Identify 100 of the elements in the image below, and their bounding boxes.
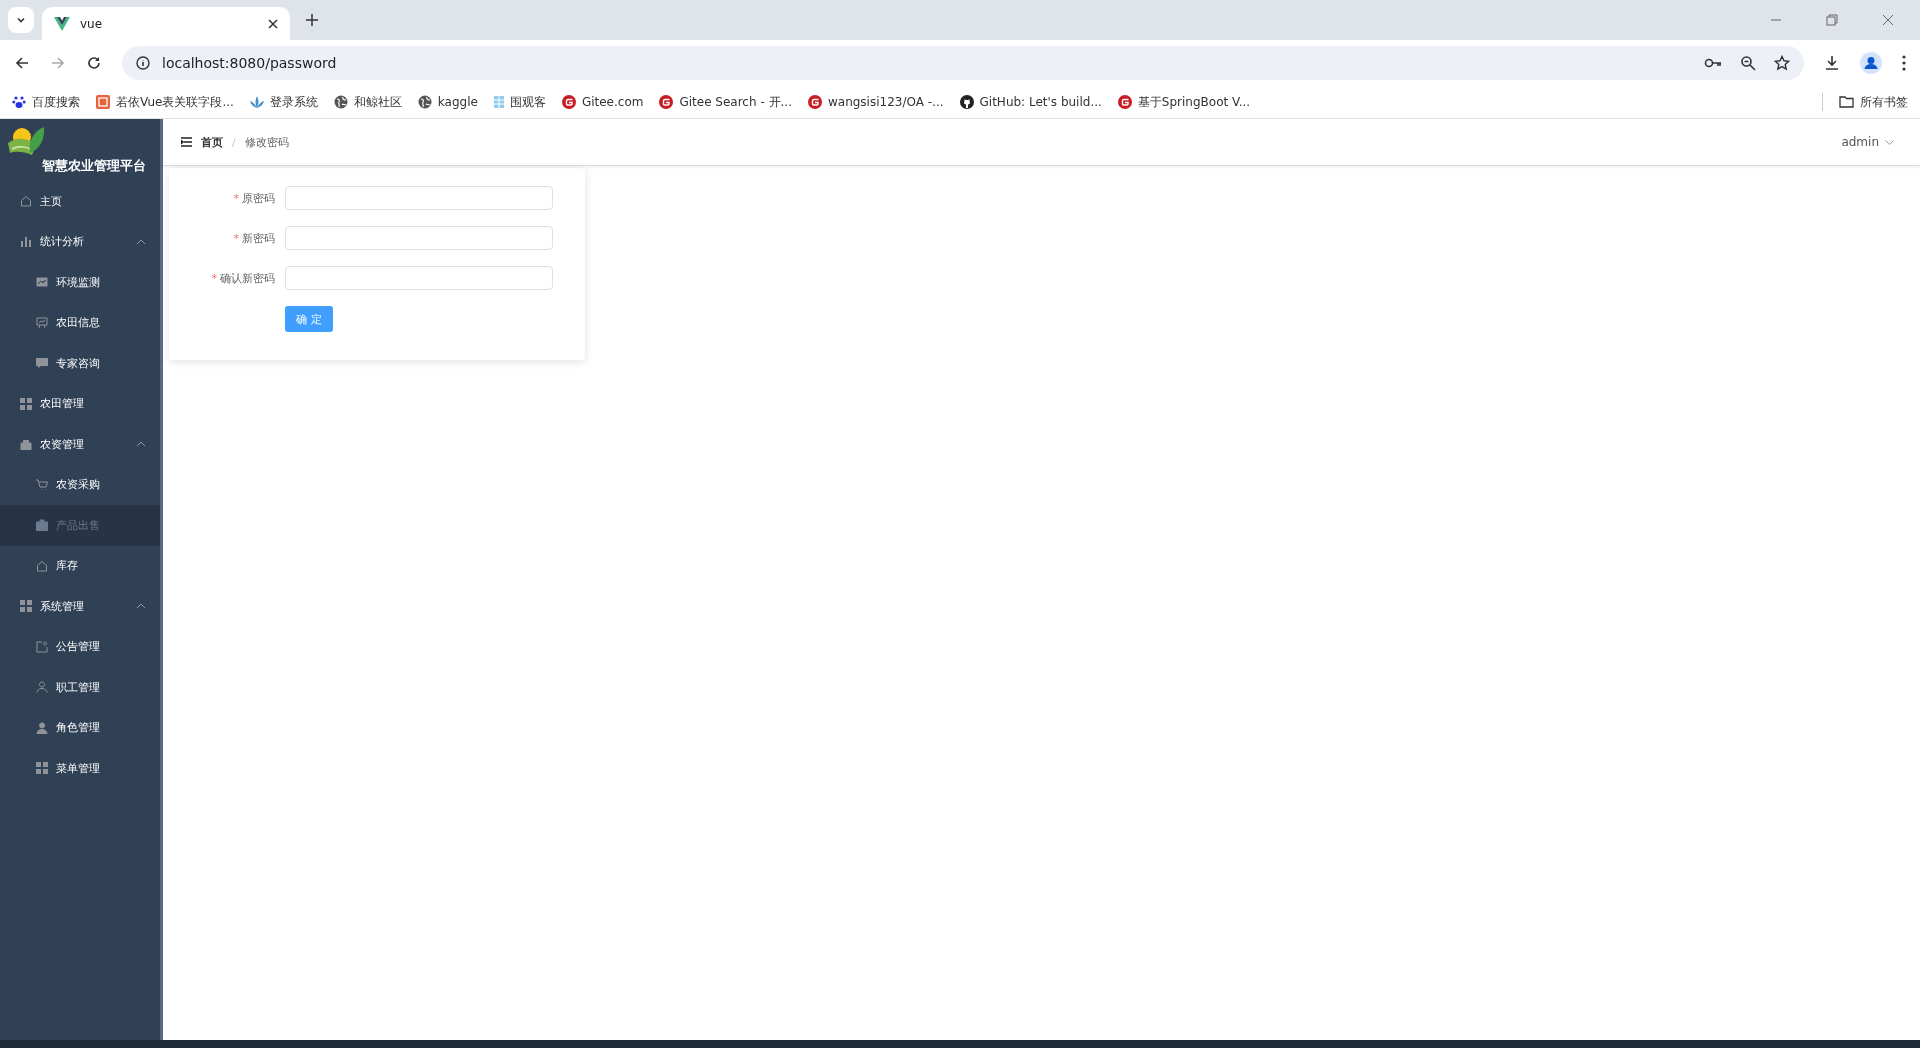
v-logo-icon: [54, 16, 70, 31]
required-mark: *: [211, 271, 217, 285]
chevron-icon: [136, 603, 146, 610]
leaf-icon: [249, 96, 264, 108]
badge-icon: [96, 95, 110, 109]
grid-icon: [36, 762, 48, 775]
bookmark[interactable]: 和鲸社区: [333, 93, 402, 111]
user-menu[interactable]: admin: [1841, 135, 1894, 149]
reload-icon[interactable]: [86, 55, 102, 71]
line-chart-icon: [36, 276, 48, 289]
bookmark[interactable]: Gitee Search - 开...: [659, 93, 792, 111]
menu-icon[interactable]: [181, 137, 192, 147]
menu-icon[interactable]: [1902, 55, 1906, 71]
grid-icon: [20, 600, 32, 613]
chevron-icon: [1885, 139, 1894, 145]
star-icon[interactable]: [1774, 55, 1790, 71]
gitee-logo-icon: [561, 95, 576, 109]
restore-icon[interactable]: [1826, 14, 1838, 26]
breadcrumb-separator: /: [232, 135, 236, 149]
cart-icon: [36, 478, 48, 491]
briefcase-icon: [36, 519, 48, 532]
home-icon: [20, 195, 32, 208]
menu-label: 农资管理: [40, 436, 85, 452]
person-outline-icon: [36, 681, 48, 694]
paw-icon: [12, 95, 26, 109]
key-icon[interactable]: [1704, 57, 1722, 69]
bookmark-label: 百度搜索: [32, 93, 80, 111]
chevron-icon: [136, 238, 146, 245]
field-label: 原密码: [242, 191, 275, 205]
url-text: localhost:8080/password: [162, 55, 337, 71]
menu-item[interactable]: 农田管理: [0, 383, 160, 424]
menu-label: 主页: [40, 193, 63, 209]
grid-icon: [20, 397, 32, 410]
app-title: 智慧农业管理平台: [42, 158, 146, 175]
bookmark[interactable]: Gitee.com: [561, 95, 644, 109]
user-name: admin: [1841, 135, 1879, 149]
menu-label: 职工管理: [56, 679, 101, 695]
chevron-icon: [136, 441, 146, 448]
home-icon: [36, 559, 48, 572]
all-bookmarks-label: 所有书签: [1860, 93, 1908, 111]
menu-label: 系统管理: [40, 598, 85, 614]
bookmark[interactable]: 登录系统: [249, 93, 318, 111]
menu-label: 统计分析: [40, 234, 85, 250]
globe-icon: [333, 95, 348, 109]
bookmark[interactable]: 围观客: [493, 93, 546, 111]
globe-icon: [417, 95, 432, 109]
address-bar[interactable]: localhost:8080/password: [122, 46, 1804, 80]
menu-label: 产品出售: [56, 517, 101, 533]
menu-item[interactable]: 系统管理: [0, 586, 160, 627]
menu-label: 农田管理: [40, 396, 85, 412]
bookmark-label: Gitee.com: [581, 95, 644, 109]
menu-item[interactable]: 农资管理: [0, 424, 160, 465]
zoom-icon[interactable]: [1740, 55, 1756, 71]
password-field[interactable]: [285, 186, 553, 210]
bookmark-label: 和鲸社区: [353, 93, 402, 111]
easel-icon: [36, 316, 48, 329]
bookmark-label: 登录系统: [269, 93, 318, 111]
breadcrumb-item[interactable]: 首页: [201, 134, 223, 150]
field-label: 确认新密码: [220, 271, 275, 285]
password-field[interactable]: [285, 226, 553, 250]
menu-label: 农田信息: [56, 315, 101, 331]
note-icon: [36, 640, 48, 653]
menu-label: 环境监测: [56, 274, 101, 290]
menu-label: 菜单管理: [56, 760, 101, 776]
close-icon[interactable]: [268, 18, 278, 29]
profile-icon[interactable]: [1860, 52, 1882, 74]
password-field[interactable]: [285, 266, 553, 290]
bag-icon: [20, 438, 32, 451]
folder-icon: [1839, 96, 1854, 108]
new-tab-icon[interactable]: [306, 14, 318, 26]
menu-label: 公告管理: [56, 639, 101, 655]
menu-label: 专家咨询: [56, 355, 101, 371]
github-logo-icon: [959, 95, 974, 109]
required-mark: *: [233, 191, 239, 205]
info-icon[interactable]: [136, 56, 150, 70]
breadcrumb-item: 修改密码: [244, 134, 289, 150]
menu-label: 库存: [56, 558, 79, 574]
tab-title: vue: [80, 16, 104, 31]
gitee-logo-icon: [807, 95, 822, 109]
browser-tab[interactable]: vue: [42, 7, 290, 40]
person-icon: [36, 721, 48, 734]
back-icon[interactable]: [14, 55, 30, 71]
bookmark-label: 围观客: [509, 93, 546, 111]
menu-label: 角色管理: [56, 720, 101, 736]
menu-item[interactable]: 统计分析: [0, 221, 160, 262]
menu-item[interactable]: 主页: [0, 181, 160, 222]
bookmark-label: Gitee Search - 开...: [679, 93, 792, 111]
required-mark: *: [233, 231, 239, 245]
bookmark[interactable]: kaggle: [417, 95, 478, 109]
chat-icon: [36, 357, 48, 370]
field-label: 新密码: [242, 231, 275, 245]
gitee-logo-icon: [659, 95, 674, 109]
download-icon[interactable]: [1824, 55, 1840, 71]
bookmark[interactable]: 百度搜索: [12, 93, 80, 111]
gitee-logo-icon: [1117, 95, 1132, 109]
all-bookmarks-button[interactable]: 所有书签: [1839, 93, 1908, 111]
tile-icon: [493, 96, 504, 108]
bookmark-label: kaggle: [437, 95, 478, 109]
menu-label: 农资采购: [56, 477, 101, 493]
bar-chart-icon: [20, 235, 32, 248]
